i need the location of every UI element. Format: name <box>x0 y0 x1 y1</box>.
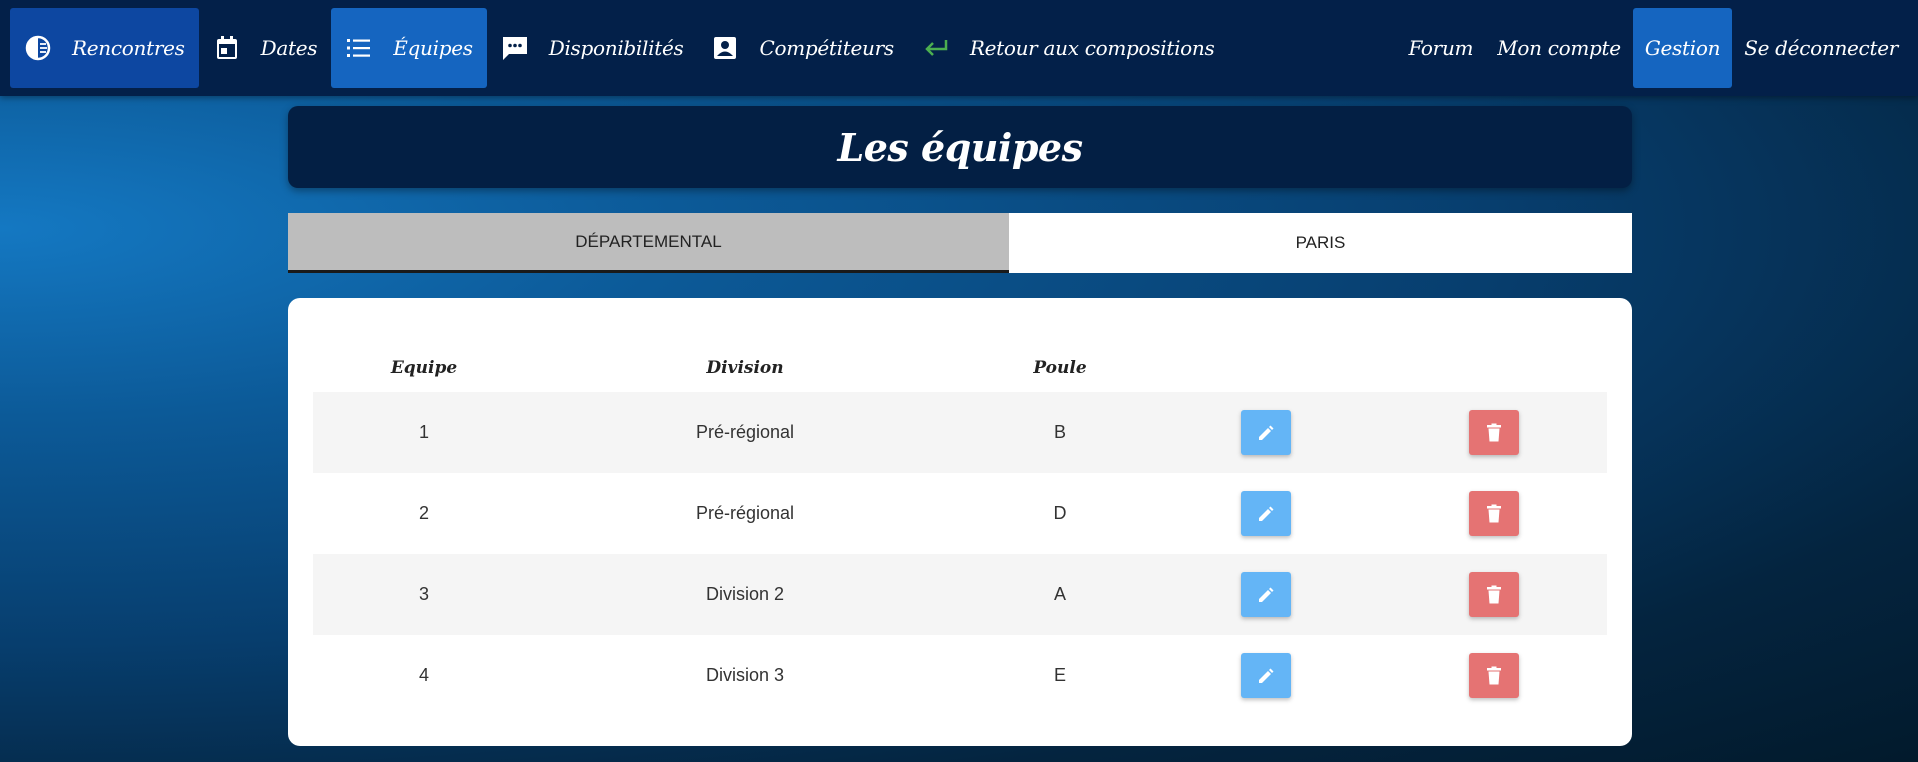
nav-label: Équipes <box>393 36 473 60</box>
contact-card-icon <box>711 34 739 62</box>
table-row: 2 Pré-régional D <box>313 473 1607 554</box>
cell-poule: A <box>1053 584 1066 604</box>
column-header-poule: Poule <box>1033 358 1087 378</box>
table-header: Equipe Division Poule <box>313 343 1607 393</box>
delete-button[interactable] <box>1469 653 1519 698</box>
chat-icon <box>501 34 529 62</box>
cell-division: Division 2 <box>705 584 785 604</box>
top-navbar: Rencontres Dates Équipes Disponibilités … <box>0 0 1918 96</box>
delete-button[interactable] <box>1469 410 1519 455</box>
cell-poule: B <box>1053 422 1066 442</box>
table-row: 1 Pré-régional B <box>313 392 1607 473</box>
nav-label: Dates <box>260 36 318 60</box>
cell-division: Pré-régional <box>695 503 795 523</box>
page-title-card: Les équipes <box>288 106 1632 188</box>
list-icon <box>345 34 373 62</box>
pencil-icon <box>1259 506 1274 521</box>
trash-icon <box>1487 423 1501 441</box>
delete-button[interactable] <box>1469 491 1519 536</box>
nav-item-equipes[interactable]: Équipes <box>331 8 487 88</box>
column-header-equipe: Equipe <box>390 358 458 378</box>
cell-poule: E <box>1053 665 1066 685</box>
cell-equipe: 3 <box>418 584 429 604</box>
trash-icon <box>1487 666 1501 684</box>
nav-item-disponibilites[interactable]: Disponibilités <box>487 8 698 88</box>
nav-item-forum[interactable]: Forum <box>1396 8 1485 88</box>
nav-label: Rencontres <box>72 36 185 60</box>
column-header-division: Division <box>706 358 784 378</box>
cell-equipe: 2 <box>418 503 429 523</box>
nav-item-retour-compositions[interactable]: Retour aux compositions <box>908 8 1229 88</box>
edit-button[interactable] <box>1241 653 1291 698</box>
tabs-bar: DÉPARTEMENTAL PARIS <box>288 213 1632 273</box>
return-arrow-icon <box>922 34 950 62</box>
pencil-icon <box>1259 668 1274 683</box>
tab-departemental[interactable]: DÉPARTEMENTAL <box>288 213 1009 273</box>
cell-equipe: 4 <box>418 665 429 685</box>
nav-label: Compétiteurs <box>759 36 894 60</box>
contrast-circle-icon <box>24 34 52 62</box>
pencil-icon <box>1259 425 1274 440</box>
nav-item-dates[interactable]: Dates <box>199 8 332 88</box>
nav-label: Disponibilités <box>548 36 684 60</box>
table-row: 4 Division 3 E <box>313 635 1607 716</box>
trash-icon <box>1487 585 1501 603</box>
nav-right-group: Forum Mon compte Gestion Se déconnecter <box>1396 0 1918 96</box>
edit-button[interactable] <box>1241 410 1291 455</box>
cell-poule: D <box>1053 503 1067 523</box>
table-row: 3 Division 2 A <box>313 554 1607 635</box>
nav-item-gestion[interactable]: Gestion <box>1632 8 1733 88</box>
nav-item-competiteurs[interactable]: Compétiteurs <box>697 8 907 88</box>
nav-left-group: Rencontres Dates Équipes Disponibilités … <box>0 0 1228 96</box>
cell-division: Pré-régional <box>695 422 795 442</box>
nav-item-rencontres[interactable]: Rencontres <box>10 8 199 88</box>
nav-label: Retour aux compositions <box>969 36 1215 60</box>
calendar-icon <box>213 34 241 62</box>
cell-equipe: 1 <box>418 422 429 442</box>
edit-button[interactable] <box>1241 572 1291 617</box>
tab-paris[interactable]: PARIS <box>1009 213 1632 273</box>
cell-division: Division 3 <box>705 665 785 685</box>
nav-item-se-deconnecter[interactable]: Se déconnecter <box>1732 8 1910 88</box>
delete-button[interactable] <box>1469 572 1519 617</box>
pencil-icon <box>1259 587 1274 602</box>
trash-icon <box>1487 504 1501 522</box>
teams-table: Equipe Division Poule 1 Pré-régional B 2… <box>288 298 1632 746</box>
page-title: Les équipes <box>837 124 1083 170</box>
edit-button[interactable] <box>1241 491 1291 536</box>
nav-item-mon-compte[interactable]: Mon compte <box>1485 8 1633 88</box>
